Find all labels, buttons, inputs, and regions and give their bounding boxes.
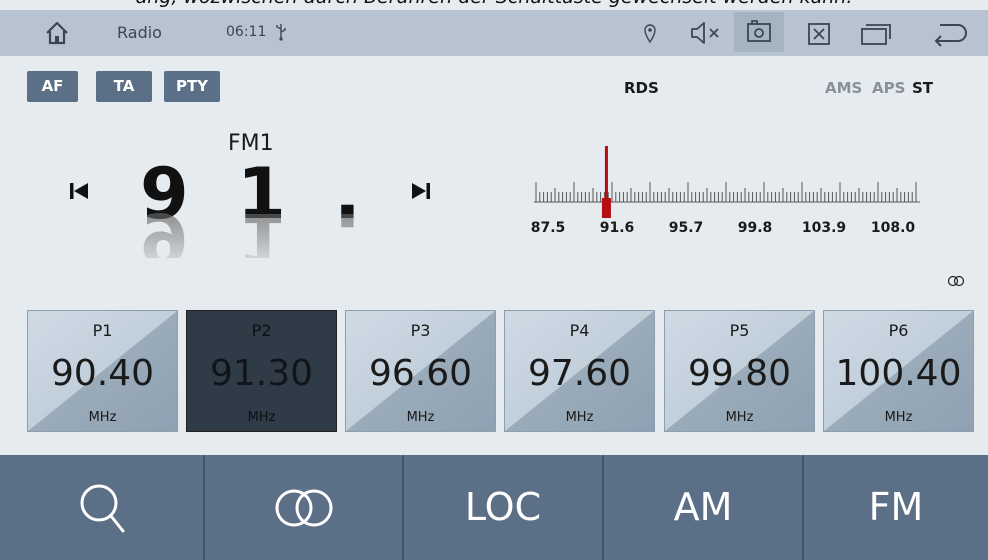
- tuning-scale[interactable]: 87.5 91.6 95.7 99.8 103.9 108.0: [528, 140, 928, 250]
- background-caption: ang, wozwischen durch Berühren der Schal…: [0, 0, 988, 10]
- preset-frequency: 90.40: [50, 353, 155, 394]
- scale-label: 99.8: [738, 220, 773, 236]
- pty-button[interactable]: PTY: [164, 71, 220, 102]
- search-button[interactable]: [0, 455, 205, 560]
- ams-indicator: AMS: [825, 79, 863, 97]
- preset-unit: MHz: [88, 410, 117, 425]
- preset-unit: MHz: [406, 410, 435, 425]
- fm-label: FM: [868, 485, 924, 529]
- preset-frequency: 91.30: [209, 353, 314, 394]
- preset-button-3[interactable]: P3 96.60 MHz: [345, 310, 496, 432]
- preset-name: P5: [729, 321, 750, 340]
- preset-button-2[interactable]: P2 91.30 MHz: [186, 310, 337, 432]
- preset-button-6[interactable]: P6 100.40 MHz: [823, 310, 974, 432]
- status-bar: Radio 06:11: [0, 10, 988, 56]
- preset-unit: MHz: [565, 410, 594, 425]
- tuning-needle[interactable]: [601, 146, 611, 218]
- mute-icon[interactable]: [690, 21, 722, 45]
- preset-unit: MHz: [247, 410, 276, 425]
- ta-button[interactable]: TA: [96, 71, 152, 102]
- preset-name: P3: [410, 321, 431, 340]
- aps-indicator: APS: [872, 79, 906, 97]
- scale-label: 91.6: [600, 220, 635, 236]
- preset-button-4[interactable]: P4 97.60 MHz: [504, 310, 655, 432]
- st-indicator: ST: [912, 79, 934, 97]
- app-title: Radio: [117, 23, 162, 42]
- prev-icon[interactable]: [66, 180, 92, 202]
- stereo-button[interactable]: [205, 455, 404, 560]
- scale-label: 87.5: [531, 220, 566, 236]
- home-icon[interactable]: [44, 20, 70, 46]
- fm-button[interactable]: FM: [804, 455, 988, 560]
- screenshot-icon[interactable]: [734, 12, 784, 52]
- next-icon[interactable]: [408, 180, 434, 202]
- scale-labels: 87.5 91.6 95.7 99.8 103.9 108.0: [531, 220, 916, 236]
- preset-unit: MHz: [884, 410, 913, 425]
- scale-label: 108.0: [871, 220, 916, 236]
- back-icon[interactable]: [932, 21, 968, 47]
- am-label: AM: [673, 485, 733, 529]
- scale-label: 103.9: [802, 220, 846, 236]
- scale-ticks: [535, 182, 917, 202]
- stereo-icon: [275, 489, 332, 526]
- bottom-bar: LOC AM FM: [0, 455, 988, 560]
- frequency-reflection: 9 1 . 3 0: [140, 197, 380, 258]
- preset-frequency: 99.80: [687, 353, 792, 394]
- preset-unit: MHz: [725, 410, 754, 425]
- preset-frequency: 97.60: [527, 353, 632, 394]
- preset-button-5[interactable]: P5 99.80 MHz: [664, 310, 815, 432]
- scale-label: 95.7: [669, 220, 704, 236]
- preset-name: P4: [569, 321, 590, 340]
- stereo-icon: [947, 275, 965, 287]
- preset-frequency: 100.40: [835, 353, 962, 394]
- am-button[interactable]: AM: [604, 455, 804, 560]
- rds-indicator: RDS: [624, 79, 659, 97]
- status-time: 06:11: [226, 24, 267, 40]
- loc-label: LOC: [464, 485, 542, 529]
- loc-button[interactable]: LOC: [404, 455, 604, 560]
- search-icon: [80, 484, 124, 532]
- close-app-icon[interactable]: [807, 22, 831, 46]
- location-icon: [644, 24, 656, 43]
- needle-knob[interactable]: [601, 198, 611, 218]
- band-label: FM1: [228, 131, 274, 156]
- af-button[interactable]: AF: [27, 71, 78, 102]
- usb-icon: [276, 24, 286, 41]
- preset-name: P2: [251, 321, 272, 340]
- preset-frequency: 96.60: [368, 353, 473, 394]
- preset-name: P6: [888, 321, 909, 340]
- preset-button-1[interactable]: P1 90.40 MHz: [27, 310, 178, 432]
- recents-icon[interactable]: [860, 22, 892, 46]
- frequency-display: 9 1 . 3 0 9 1 . 3 0: [140, 158, 380, 258]
- preset-name: P1: [92, 321, 113, 340]
